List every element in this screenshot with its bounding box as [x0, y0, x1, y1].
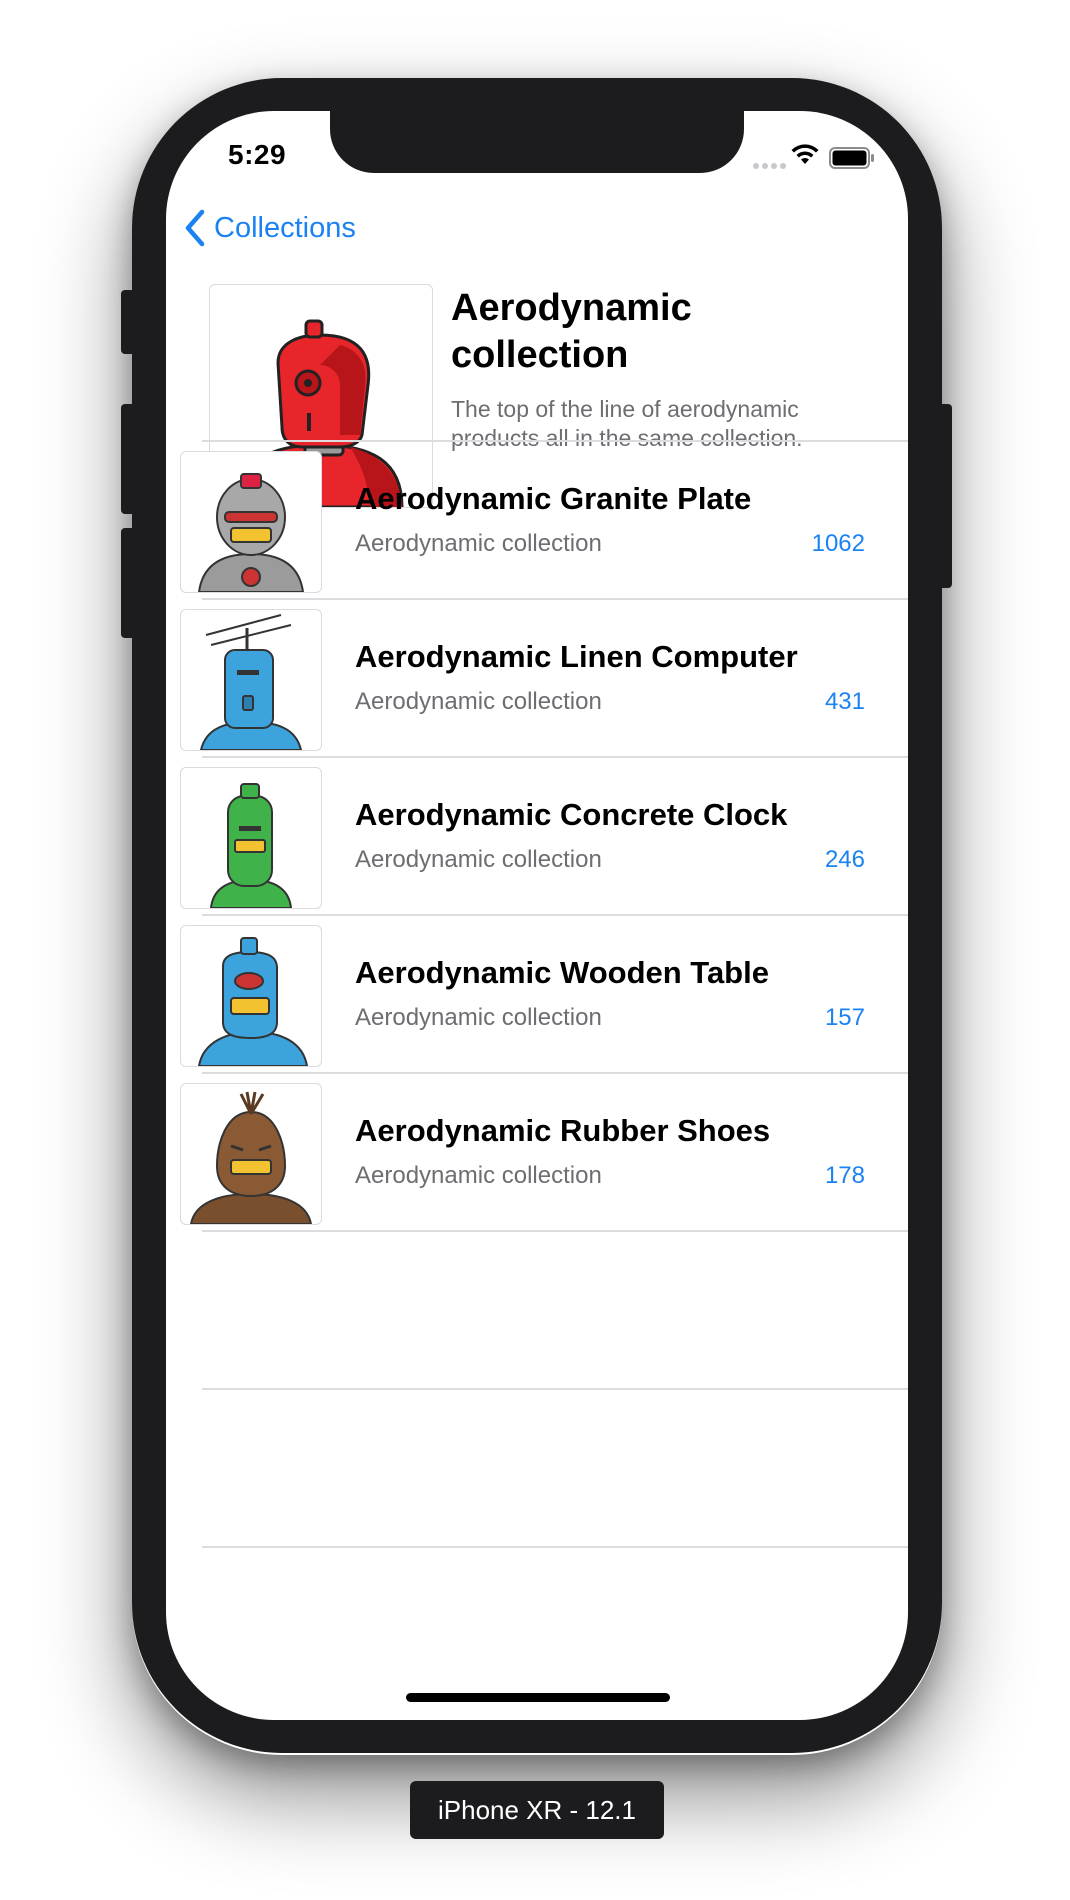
simulator-label: iPhone XR - 12.1 — [410, 1781, 664, 1839]
product-collection: Aerodynamic collection — [355, 1162, 602, 1189]
product-collection: Aerodynamic collection — [355, 846, 602, 873]
product-collection: Aerodynamic collection — [355, 530, 602, 557]
product-title: Aerodynamic Linen Computer — [355, 639, 798, 674]
blue-antenna-robot-icon — [199, 614, 303, 750]
back-button[interactable]: Collections — [184, 208, 356, 248]
separator — [202, 756, 908, 758]
green-robot-icon — [209, 783, 293, 908]
blue-robot-icon — [197, 937, 309, 1066]
separator — [202, 914, 908, 916]
product-row-5[interactable]: Aerodynamic Rubber Shoes Aerodynamic col… — [166, 1075, 908, 1231]
separator — [202, 1230, 908, 1232]
status-time: 5:29 — [228, 139, 287, 170]
product-count: 246 — [824, 846, 865, 873]
product-title: Aerodynamic Granite Plate — [355, 481, 752, 516]
cellular-signal-icon — [753, 156, 789, 174]
notch — [330, 111, 744, 173]
product-row-2[interactable]: Aerodynamic Linen Computer Aerodynamic c… — [166, 601, 908, 757]
product-image — [180, 767, 322, 909]
product-collection: Aerodynamic collection — [355, 688, 602, 715]
chevron-left-icon — [185, 209, 205, 247]
product-count: 431 — [824, 688, 865, 715]
wifi-icon — [791, 144, 819, 164]
battery-icon — [829, 147, 874, 169]
separator — [202, 440, 908, 442]
product-row-3[interactable]: Aerodynamic Concrete Clock Aerodynamic c… — [166, 759, 908, 915]
brown-robot-icon — [189, 1091, 313, 1224]
back-button-label: Collections — [214, 211, 356, 244]
gray-robot-icon — [197, 473, 305, 592]
separator — [202, 1072, 908, 1074]
product-collection: Aerodynamic collection — [355, 1004, 602, 1031]
collection-title: Aerodynamic collection — [451, 287, 692, 376]
product-image — [180, 1083, 322, 1225]
product-title: Aerodynamic Concrete Clock — [355, 797, 788, 832]
product-row-1[interactable]: Aerodynamic Granite Plate Aerodynamic co… — [166, 443, 908, 599]
screen: 5:29 Collections Aerodynamic collection — [166, 111, 908, 1720]
product-count: 1062 — [811, 530, 865, 557]
product-image — [180, 609, 322, 751]
product-count: 178 — [824, 1162, 865, 1189]
product-image — [180, 925, 322, 1067]
separator — [202, 598, 908, 600]
product-title: Aerodynamic Wooden Table — [355, 955, 769, 990]
product-row-4[interactable]: Aerodynamic Wooden Table Aerodynamic col… — [166, 917, 908, 1073]
product-count: 157 — [824, 1004, 865, 1031]
separator — [202, 1388, 908, 1390]
product-title: Aerodynamic Rubber Shoes — [355, 1113, 771, 1148]
home-indicator[interactable] — [406, 1693, 670, 1702]
product-image — [180, 451, 322, 593]
separator — [202, 1546, 908, 1548]
